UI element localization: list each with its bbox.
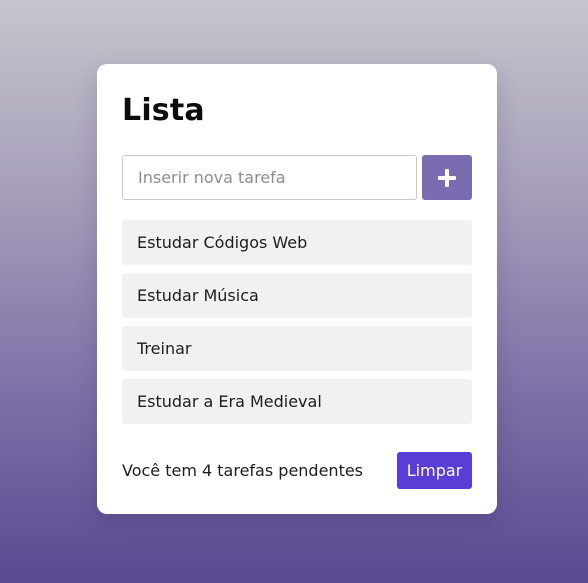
task-label: Estudar Música (137, 286, 259, 305)
add-task-button[interactable] (422, 155, 472, 200)
task-item[interactable]: Treinar (122, 326, 472, 371)
task-label: Estudar Códigos Web (137, 233, 308, 252)
page-title: Lista (122, 93, 205, 128)
todo-card: Lista Estudar Códigos Web Estudar Música… (97, 64, 497, 514)
new-task-row (122, 155, 472, 200)
task-item[interactable]: Estudar a Era Medieval (122, 379, 472, 424)
task-list: Estudar Códigos Web Estudar Música Trein… (122, 220, 472, 432)
task-item[interactable]: Estudar Música (122, 273, 472, 318)
task-label: Estudar a Era Medieval (137, 392, 322, 411)
pending-count-text: Você tem 4 tarefas pendentes (122, 461, 364, 480)
clear-button[interactable]: Limpar (397, 452, 472, 489)
task-label: Treinar (137, 339, 192, 358)
new-task-input[interactable] (122, 155, 417, 200)
task-item[interactable]: Estudar Códigos Web (122, 220, 472, 265)
plus-icon (438, 168, 456, 187)
task-footer: Você tem 4 tarefas pendentes Limpar (122, 452, 472, 489)
